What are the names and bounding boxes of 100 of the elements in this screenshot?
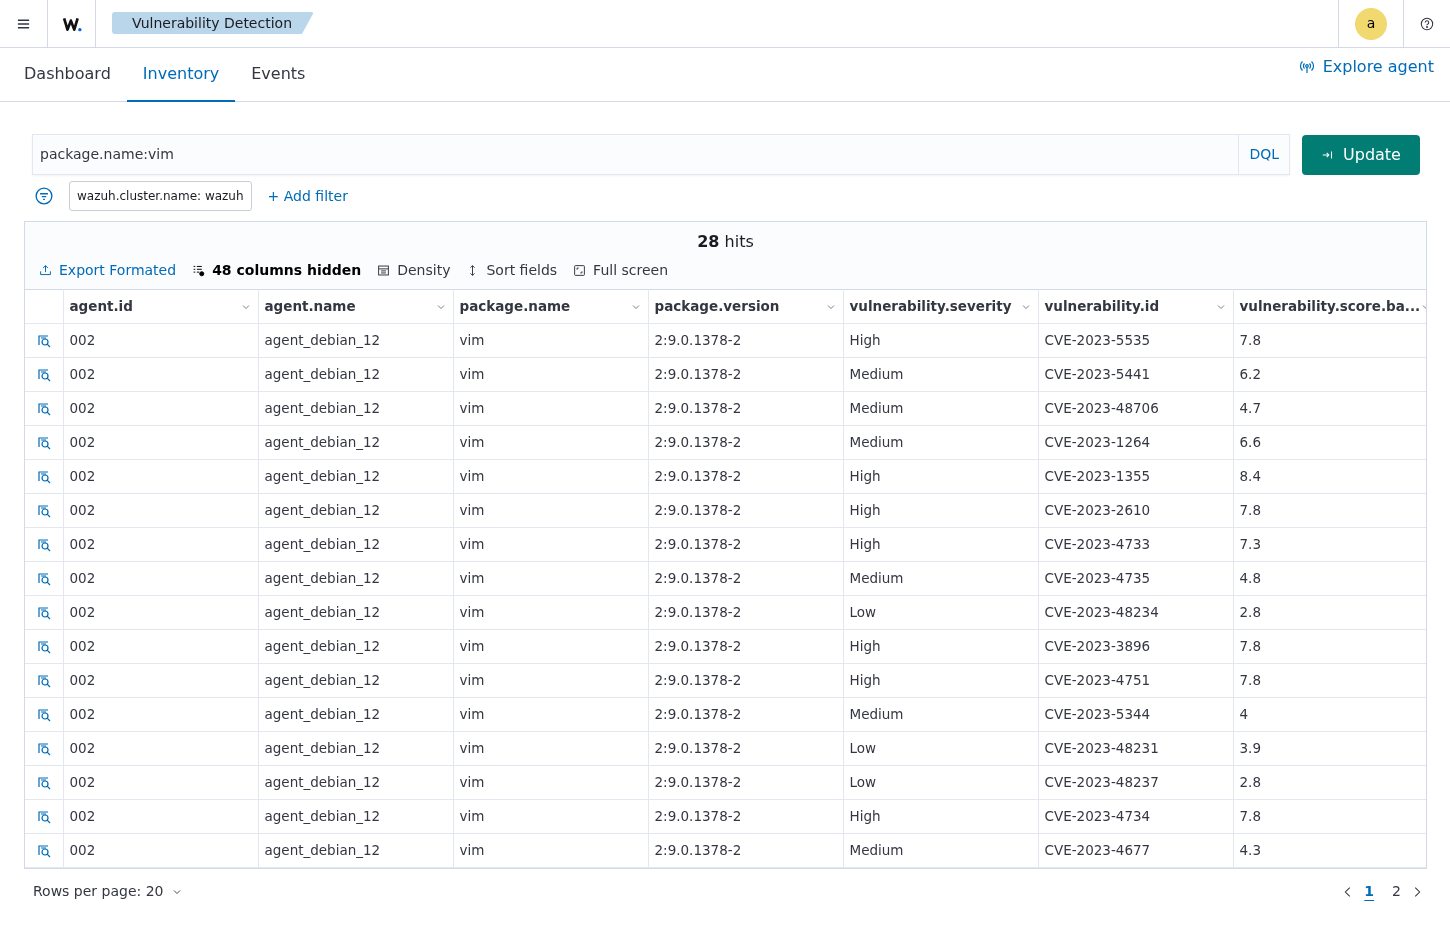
table-cell: 2:9.0.1378-2 [648,493,843,528]
table-cell: 2:9.0.1378-2 [648,799,843,834]
table-cell: agent_debian_12 [258,527,453,562]
table-cell: CVE-2023-4751 [1038,663,1233,698]
inspect-icon[interactable] [35,401,52,418]
table-cell: CVE-2023-48237 [1038,765,1233,800]
table-cell: Medium [843,425,1038,460]
table-cell: 2:9.0.1378-2 [648,425,843,460]
inspect-icon[interactable] [35,503,52,520]
table-cell: 4.7 [1233,391,1426,426]
table-cell: CVE-2023-1264 [1038,425,1233,460]
full-screen-button[interactable]: Full screen [573,260,669,281]
table-cell: 2:9.0.1378-2 [648,697,843,732]
table-icon [377,264,391,277]
sort-fields-button[interactable]: Sort fields [466,260,558,281]
table-cell: agent_debian_12 [258,629,453,664]
table-cell: 2:9.0.1378-2 [648,527,843,562]
table-cell: agent_debian_12 [258,765,453,800]
table-cell: 6.2 [1233,357,1426,392]
inspect-icon[interactable] [35,435,52,452]
breadcrumb[interactable]: Vulnerability Detection [112,12,314,34]
table-cell: 002 [63,663,258,698]
columns-button[interactable]: 48 columns hidden [192,260,362,281]
table-cell: 7.8 [1233,323,1426,358]
table-cell: CVE-2023-48706 [1038,391,1233,426]
filter-pill[interactable]: wazuh.cluster.name: wazuh [69,181,252,211]
page-button[interactable]: 1 [1358,881,1381,902]
table-cell: 002 [63,697,258,732]
inspect-icon[interactable] [35,537,52,554]
table-cell: 002 [63,561,258,596]
table-cell: vim [453,833,648,868]
table-cell: 002 [63,459,258,494]
table-cell: vim [453,799,648,834]
table-cell: 2:9.0.1378-2 [648,629,843,664]
table-cell: agent_debian_12 [258,357,453,392]
table-cell: 2:9.0.1378-2 [648,323,843,358]
table-cell: 002 [63,799,258,834]
table-cell: CVE-2023-5535 [1038,323,1233,358]
table-cell: agent_debian_12 [258,391,453,426]
tab[interactable]: Events [235,47,322,102]
table-cell: Medium [843,697,1038,732]
table-cell: 002 [63,493,258,528]
inspect-icon[interactable] [35,469,52,486]
user-avatar[interactable]: a [1355,7,1387,40]
table-cell: High [843,459,1038,494]
search-field[interactable]: package.name:vim DQL [32,134,1290,175]
inspect-icon[interactable] [35,775,52,792]
table-cell: vim [453,459,648,494]
table-cell: agent_debian_12 [258,425,453,460]
table-cell: CVE-2023-4677 [1038,833,1233,868]
table-cell: 2.8 [1233,765,1426,800]
table-cell: vim [453,425,648,460]
table-cell: 8.4 [1233,459,1426,494]
table-cell: vim [453,493,648,528]
table-cell: 002 [63,357,258,392]
table-cell: High [843,629,1038,664]
inspect-icon[interactable] [35,809,52,826]
inspect-icon[interactable] [35,673,52,690]
inspect-icon[interactable] [35,639,52,656]
table-cell: vim [453,731,648,766]
table-cell: CVE-2023-4735 [1038,561,1233,596]
table-cell: 2:9.0.1378-2 [648,357,843,392]
rows-per-page-button[interactable]: Rows per page: 20 [33,881,183,902]
inspect-icon[interactable] [35,741,52,758]
density-button[interactable]: Density [377,260,451,281]
tab[interactable]: Inventory [126,47,236,102]
hits-count: 28 hits [696,231,755,253]
add-filter-link[interactable]: + Add filter [267,185,348,207]
column-header[interactable]: agent.id [69,296,133,317]
table-cell: 2:9.0.1378-2 [648,391,843,426]
table-cell: 002 [63,765,258,800]
update-button[interactable]: Update [1302,134,1420,175]
query-language-button[interactable]: DQL [1238,135,1289,174]
explore-agent-link[interactable]: Explore agent [1298,54,1434,79]
export-button[interactable]: Export Formated [39,260,177,281]
table-cell: vim [453,527,648,562]
table-cell: 2:9.0.1378-2 [648,731,843,766]
table-cell: Medium [843,357,1038,392]
table-cell: vim [453,391,648,426]
inspect-icon[interactable] [35,571,52,588]
table-cell: 2.8 [1233,595,1426,630]
table-cell: agent_debian_12 [258,663,453,698]
inspect-icon[interactable] [35,707,52,724]
inspect-icon[interactable] [35,605,52,622]
table-cell: CVE-2023-2610 [1038,493,1233,528]
table-cell: 4.8 [1233,561,1426,596]
tab[interactable]: Dashboard [8,47,127,102]
inspect-icon[interactable] [35,333,52,350]
inspect-icon[interactable] [35,843,52,860]
filter-menu-icon[interactable] [35,187,53,205]
table-cell: 002 [63,425,258,460]
table-cell: agent_debian_12 [258,323,453,358]
table-cell: agent_debian_12 [258,561,453,596]
page-button[interactable]: 2 [1386,881,1407,902]
help-icon[interactable] [1420,16,1434,31]
table-cell: agent_debian_12 [258,595,453,630]
inspect-icon[interactable] [35,367,52,384]
table-cell: CVE-2023-5441 [1038,357,1233,392]
table-cell: 3.9 [1233,731,1426,766]
table-cell: CVE-2023-3896 [1038,629,1233,664]
